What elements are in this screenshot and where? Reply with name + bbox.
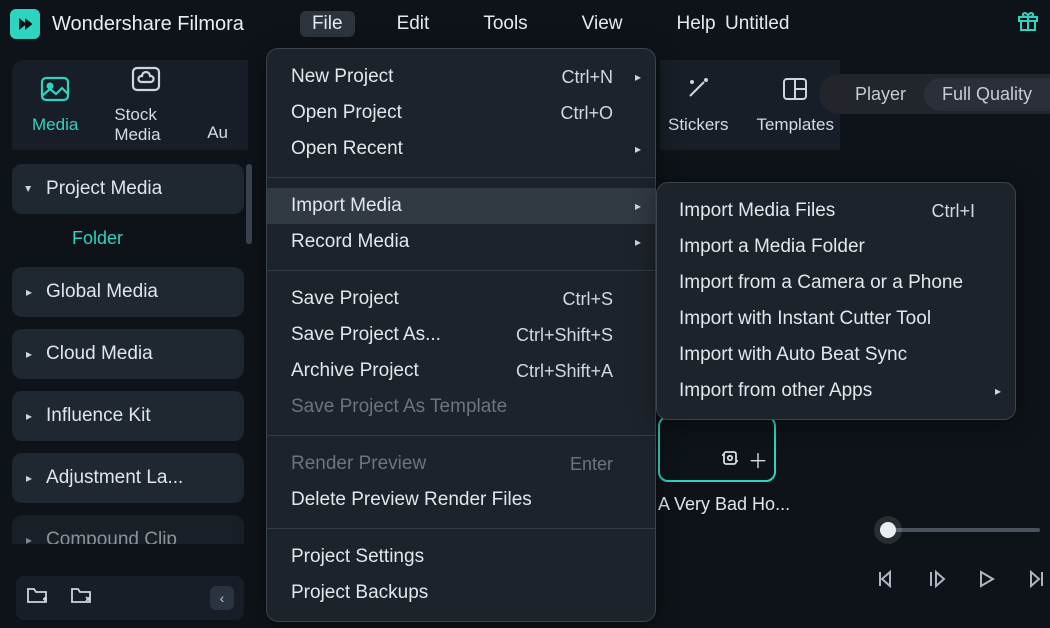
player-timeline[interactable] [880,528,1040,532]
prev-frame-icon[interactable] [876,568,898,596]
delete-folder-icon[interactable] [70,585,92,611]
app-title: Wondershare Filmora [52,13,244,36]
menu-tools[interactable]: Tools [471,11,539,37]
file-menu-dropdown: New Project Ctrl+N ▸ Open Project Ctrl+O… [266,48,656,622]
wand-icon [684,76,712,109]
collapse-sidebar-icon[interactable]: ‹ [210,586,234,610]
sidebar-list: ▸ Project Media Folder ▸ Global Media ▸ … [12,164,248,544]
play-pause-icon[interactable] [926,568,948,596]
menu-open-recent[interactable]: Open Recent ▸ [267,131,655,167]
sidebar-item-cloud-media[interactable]: ▸ Cloud Media [12,329,244,379]
sidebar-item-influence-kit[interactable]: ▸ Influence Kit [12,391,244,441]
submenu-import-media-files[interactable]: Import Media Files Ctrl+I [657,193,1015,229]
media-thumbnail[interactable]: ＋ [658,416,776,482]
menu-separator [267,528,655,529]
player-quality-bar: Player Full Quality [819,74,1050,114]
new-folder-icon[interactable] [26,585,48,611]
sidebar-item-compound-clip[interactable]: ▸ Compound Clip [12,515,244,544]
editor-tabs-right: Stickers Templates [660,60,840,150]
submenu-import-camera-phone[interactable]: Import from a Camera or a Phone [657,265,1015,301]
chevron-right-icon: ▸ [635,235,641,249]
tab-media[interactable]: Media [32,76,78,135]
menu-project-backups[interactable]: Project Backups [267,575,655,611]
tab-media-label: Media [32,115,78,135]
left-panel: Media Stock Media Au ▸ Project Media Fol… [12,60,248,620]
menu-help[interactable]: Help [665,11,728,37]
menu-save-as-template: Save Project As Template [267,389,655,425]
sidebar-item-global-media[interactable]: ▸ Global Media [12,267,244,317]
tab-audio-truncated[interactable]: Au [207,95,228,115]
play-icon[interactable] [976,568,998,596]
layout-icon [781,76,809,109]
chevron-right-icon: ▸ [26,347,32,361]
menu-open-project[interactable]: Open Project Ctrl+O [267,95,655,131]
menu-project-settings[interactable]: Project Settings [267,539,655,575]
scrollbar-thumb[interactable] [246,164,252,244]
crop-icon[interactable] [720,448,740,474]
chevron-right-icon: ▸ [635,70,641,84]
tab-stock-media-label: Stock Media [114,105,177,145]
timeline-playhead[interactable] [880,522,896,538]
media-tabs: Media Stock Media Au [12,60,248,150]
next-frame-icon[interactable] [1026,568,1048,596]
menu-archive-project[interactable]: Archive Project Ctrl+Shift+A [267,353,655,389]
sidebar-item-adjustment-layer[interactable]: ▸ Adjustment La... [12,453,244,503]
sidebar-subitem-folder[interactable]: Folder [12,214,248,255]
tab-stickers[interactable]: Stickers [668,76,728,135]
cloud-image-icon [131,66,161,99]
menu-view[interactable]: View [570,11,635,37]
menu-separator [267,177,655,178]
submenu-import-other-apps[interactable]: Import from other Apps ▸ [657,373,1015,409]
chevron-right-icon: ▸ [635,142,641,156]
menu-bar: File Edit Tools View Help [300,11,728,37]
submenu-import-media-folder[interactable]: Import a Media Folder [657,229,1015,265]
menu-import-media[interactable]: Import Media ▸ [267,188,655,224]
menu-delete-preview-files[interactable]: Delete Preview Render Files [267,482,655,518]
menu-save-project[interactable]: Save Project Ctrl+S [267,281,655,317]
sidebar-bottom-toolbar: ‹ [16,576,244,620]
gift-icon[interactable] [1016,9,1040,40]
chevron-right-icon: ▸ [26,533,32,544]
top-bar: Wondershare Filmora File Edit Tools View… [0,0,1050,48]
menu-separator [267,435,655,436]
menu-edit[interactable]: Edit [385,11,442,37]
menu-separator [267,270,655,271]
player-tab[interactable]: Player [837,78,924,111]
thumbnail-label: A Very Bad Ho... [658,494,790,515]
image-icon [40,76,70,109]
submenu-import-auto-beat-sync[interactable]: Import with Auto Beat Sync [657,337,1015,373]
submenu-import-instant-cutter[interactable]: Import with Instant Cutter Tool [657,301,1015,337]
sidebar-item-project-media[interactable]: ▸ Project Media [12,164,244,214]
chevron-right-icon: ▸ [26,471,32,485]
chevron-right-icon: ▸ [26,409,32,423]
menu-record-media[interactable]: Record Media ▸ [267,224,655,260]
document-title: Untitled [725,13,789,35]
full-quality-tab[interactable]: Full Quality [924,78,1050,111]
menu-new-project[interactable]: New Project Ctrl+N ▸ [267,59,655,95]
player-controls [876,568,1048,596]
tab-stock-media[interactable]: Stock Media [114,66,177,145]
tab-audio-label: Au [207,123,228,143]
chevron-down-icon: ▸ [22,186,36,192]
menu-save-project-as[interactable]: Save Project As... Ctrl+Shift+S [267,317,655,353]
chevron-right-icon: ▸ [995,384,1001,398]
menu-file[interactable]: File [300,11,355,37]
chevron-right-icon: ▸ [635,199,641,213]
app-logo-icon [10,9,40,39]
menu-render-preview: Render Preview Enter [267,446,655,482]
import-media-submenu: Import Media Files Ctrl+I Import a Media… [656,182,1016,420]
chevron-right-icon: ▸ [26,285,32,299]
add-icon[interactable]: ＋ [748,445,768,474]
